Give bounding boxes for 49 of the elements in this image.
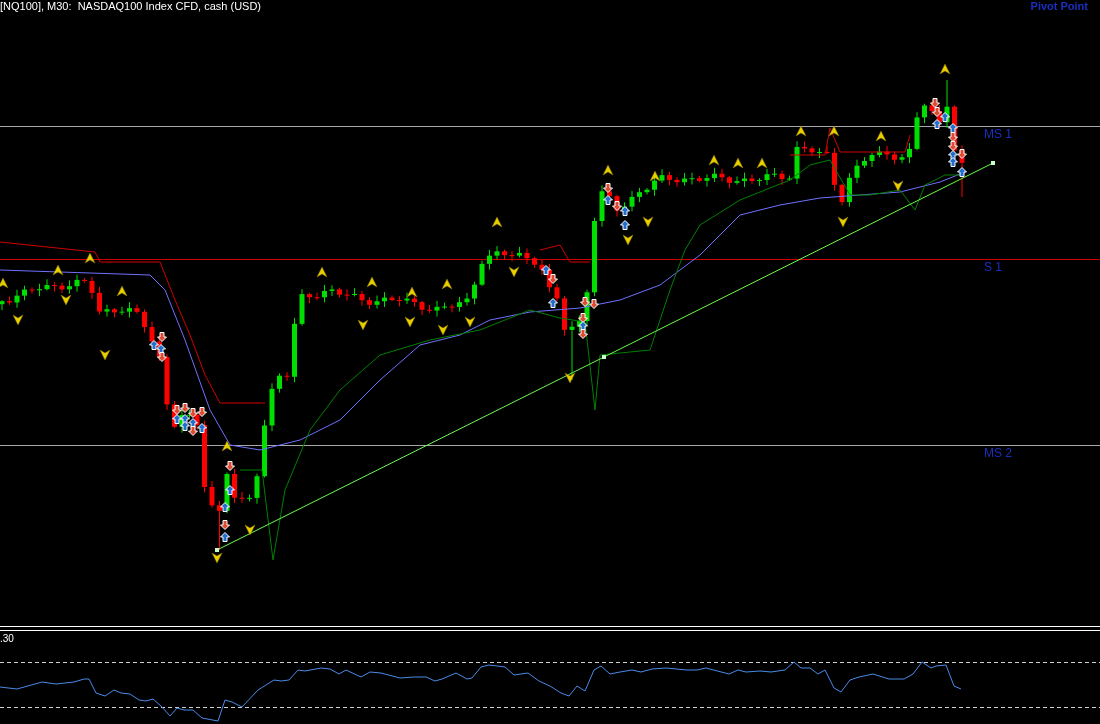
up-arrowhead-icon	[406, 286, 418, 298]
indicator-value: .30	[0, 633, 14, 644]
up-arrowhead-icon	[316, 266, 328, 278]
down-arrowhead-icon	[404, 316, 416, 328]
up-arrowhead-icon	[875, 130, 887, 142]
down-arrowhead-icon	[564, 372, 576, 384]
up-arrow-icon	[220, 532, 230, 542]
down-arrow-icon	[225, 461, 235, 471]
down-arrowhead-icon	[357, 319, 369, 331]
up-arrowhead-icon	[221, 440, 233, 452]
up-arrowhead-icon	[795, 125, 807, 137]
up-arrowhead-icon	[939, 63, 951, 75]
up-arrowhead-icon	[602, 164, 614, 176]
down-arrowhead-icon	[12, 314, 24, 326]
up-arrowhead-icon	[84, 252, 96, 264]
chart-title: [NQ100], M30: NASDAQ100 Index CFD, cash (USD)	[0, 0, 262, 13]
down-arrowhead-icon	[892, 180, 904, 192]
anchor-handle-icon[interactable]	[602, 355, 606, 359]
up-arrowhead-icon	[828, 125, 840, 137]
down-arrowhead-icon	[99, 349, 111, 361]
up-arrowhead-icon	[756, 157, 768, 169]
up-arrowhead-icon	[708, 154, 720, 166]
up-arrowhead-icon	[52, 264, 64, 276]
down-arrow-icon	[220, 520, 230, 530]
level-label: S 1	[984, 260, 1002, 274]
down-arrowhead-icon	[508, 266, 520, 278]
up-arrowhead-icon	[366, 276, 378, 288]
down-arrow-icon	[548, 274, 558, 284]
up-arrowhead-icon	[491, 216, 503, 228]
down-arrowhead-icon	[244, 524, 256, 536]
up-arrow-icon	[541, 265, 551, 275]
up-arrowhead-icon	[116, 285, 128, 297]
indicator-label: Pivot Point	[1030, 0, 1088, 12]
up-arrowhead-icon	[732, 157, 744, 169]
down-arrowhead-icon	[211, 552, 223, 564]
level-label: MS 1	[984, 127, 1012, 141]
up-arrowhead-icon	[441, 278, 453, 290]
down-arrowhead-icon	[464, 316, 476, 328]
down-arrowhead-icon	[60, 294, 72, 306]
up-arrowhead-icon	[649, 170, 661, 182]
down-arrowhead-icon	[837, 216, 849, 228]
up-arrow-icon	[548, 298, 558, 308]
down-arrowhead-icon	[437, 324, 449, 336]
down-arrowhead-icon	[642, 216, 654, 228]
up-arrow-icon	[578, 321, 588, 331]
level-label: MS 2	[984, 446, 1012, 460]
up-arrowhead-icon	[0, 277, 9, 289]
down-arrowhead-icon	[622, 234, 634, 246]
anchor-handle-icon[interactable]	[991, 161, 995, 165]
